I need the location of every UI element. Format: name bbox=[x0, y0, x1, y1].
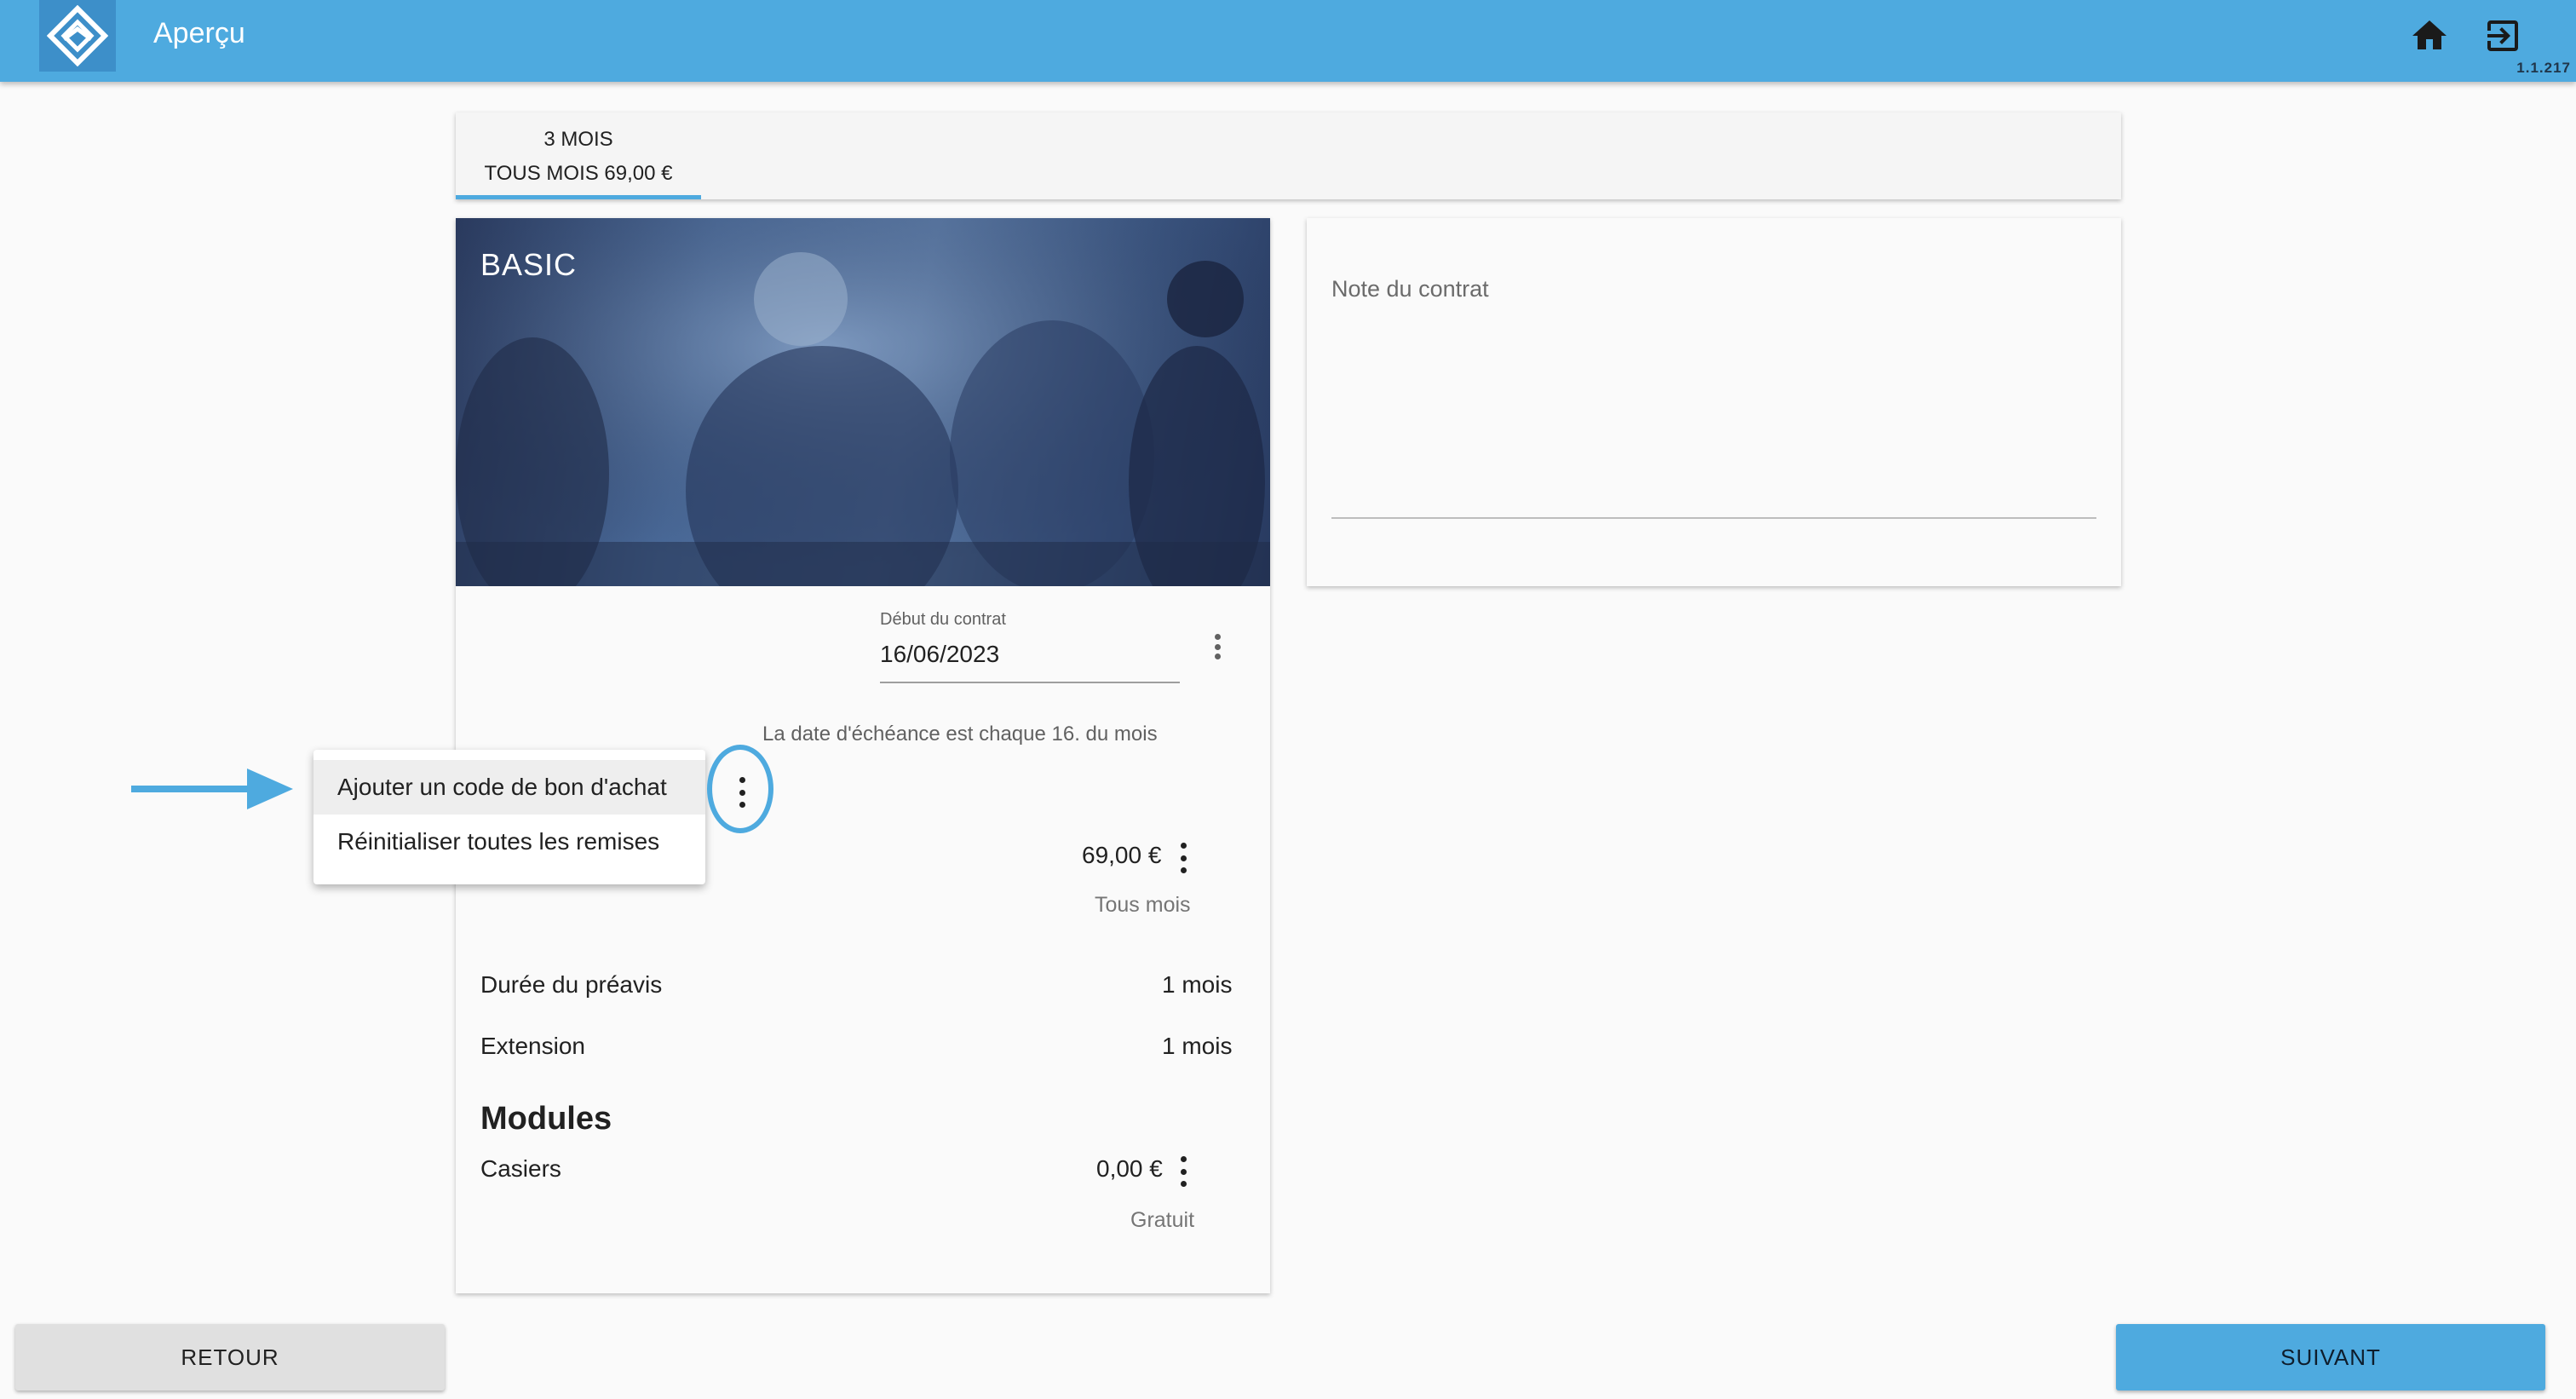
extension-value: 1 mois bbox=[1162, 1033, 1233, 1059]
tab-price-label: TOUS MOIS 69,00 € bbox=[484, 162, 673, 185]
page-title: Aperçu bbox=[153, 17, 245, 49]
start-date-input[interactable]: 16/06/2023 bbox=[880, 641, 999, 668]
tab-duration-label: 3 MOIS bbox=[543, 128, 613, 151]
home-icon[interactable] bbox=[2409, 15, 2450, 56]
offer-hero-image: BASIC bbox=[456, 218, 1270, 586]
contract-note-underline bbox=[1331, 517, 2096, 519]
menu-item-reset-discounts[interactable]: Réinitialiser toutes les remises bbox=[313, 815, 705, 869]
logout-icon[interactable] bbox=[2482, 15, 2523, 56]
modules-heading: Modules bbox=[480, 1101, 612, 1137]
next-button[interactable]: SUIVANT bbox=[2116, 1324, 2545, 1390]
discount-context-menu: Ajouter un code de bon d'achat Réinitial… bbox=[313, 750, 705, 884]
diamond-logo-icon bbox=[47, 5, 108, 66]
app-version: 1.1.217 bbox=[2516, 60, 2571, 76]
module-more-icon[interactable] bbox=[1179, 1156, 1187, 1187]
start-date-more-icon[interactable] bbox=[1213, 634, 1222, 659]
notice-label: Durée du préavis bbox=[480, 971, 663, 998]
top-app-bar: Aperçu 1.1.217 bbox=[0, 0, 2576, 82]
contract-note-card: Note du contrat bbox=[1307, 218, 2121, 586]
back-button[interactable]: RETOUR bbox=[15, 1324, 445, 1390]
module-price: 0,00 € bbox=[1096, 1155, 1163, 1182]
price-more-icon[interactable] bbox=[1179, 843, 1187, 873]
fitness-class-photo bbox=[456, 218, 1270, 586]
price-period: Tous mois bbox=[1095, 893, 1191, 917]
app-logo[interactable] bbox=[39, 0, 116, 72]
duration-tabs: 3 MOIS TOUS MOIS 69,00 € bbox=[456, 112, 2121, 199]
module-note: Gratuit bbox=[1130, 1208, 1195, 1232]
pointer-arrow-icon bbox=[131, 769, 293, 809]
active-tab-indicator bbox=[456, 195, 701, 199]
extension-label: Extension bbox=[480, 1033, 585, 1059]
tab-3-mois[interactable]: 3 MOIS TOUS MOIS 69,00 € bbox=[456, 112, 701, 199]
start-date-underline bbox=[880, 682, 1180, 683]
offer-price: 69,00 € bbox=[1082, 842, 1162, 868]
due-date-text: La date d'échéance est chaque 16. du moi… bbox=[762, 723, 1158, 746]
notice-value: 1 mois bbox=[1162, 971, 1233, 998]
menu-item-add-voucher[interactable]: Ajouter un code de bon d'achat bbox=[313, 760, 705, 815]
highlight-circle bbox=[707, 745, 773, 833]
contract-note-field[interactable]: Note du contrat bbox=[1331, 276, 1489, 302]
module-name: Casiers bbox=[480, 1155, 561, 1182]
start-date-label: Début du contrat bbox=[880, 610, 1006, 629]
offer-title: BASIC bbox=[480, 247, 578, 282]
